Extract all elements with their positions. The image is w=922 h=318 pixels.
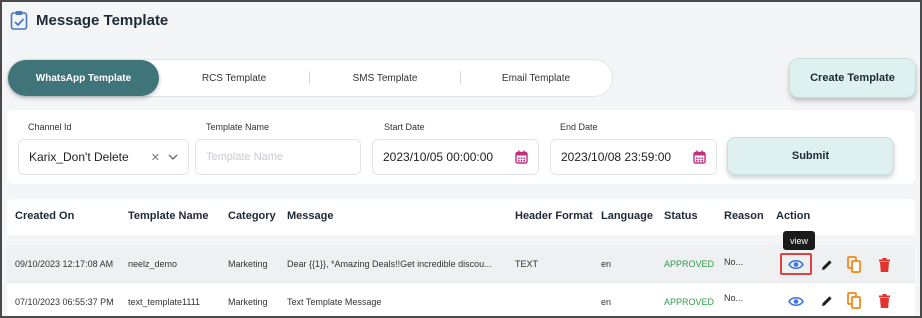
cell-category: Marketing (228, 297, 268, 307)
end-date-value: 2023/10/08 23:59:00 (561, 150, 672, 164)
eye-icon (788, 259, 804, 269)
start-date-input[interactable]: 2023/10/05 00:00:00 (372, 139, 539, 175)
tab-sms-template[interactable]: SMS Template (310, 60, 460, 96)
column-header-category[interactable]: Category (228, 210, 276, 222)
column-header-reason[interactable]: Reason (724, 210, 764, 222)
end-date-label: End Date (560, 122, 598, 132)
tab-rcs-template[interactable]: RCS Template (159, 60, 309, 96)
cell-status: APPROVED (664, 259, 715, 269)
cell-created-on: 07/10/2023 06:55:37 PM (15, 297, 114, 307)
copy-button[interactable] (843, 253, 865, 275)
trash-icon (878, 294, 890, 308)
templates-table: Created On Template Name Category Messag… (7, 199, 915, 316)
cell-reason[interactable]: No... (724, 257, 743, 267)
column-header-message[interactable]: Message (287, 210, 333, 222)
cell-category: Marketing (228, 259, 268, 269)
app-window: Message Template WhatsApp Template RCS T… (0, 0, 922, 318)
edit-button[interactable] (816, 254, 838, 276)
column-header-language[interactable]: Language (601, 210, 653, 222)
column-header-created-on[interactable]: Created On (15, 210, 74, 222)
channel-id-value: Karix_Don't Delete (29, 150, 129, 164)
eye-icon (788, 296, 804, 306)
channel-id-select[interactable]: Karix_Don't Delete ✕ (18, 139, 189, 175)
cell-header-format: TEXT (515, 259, 539, 269)
page-title: Message Template (36, 11, 169, 29)
clipboard-check-icon (10, 10, 28, 30)
view-tooltip: view (783, 231, 815, 250)
start-date-value: 2023/10/05 00:00:00 (383, 150, 494, 164)
chevron-down-icon[interactable] (168, 154, 178, 160)
view-button[interactable] (780, 253, 812, 275)
filter-panel: Channel Id Karix_Don't Delete ✕ Template… (7, 110, 915, 184)
cell-status: APPROVED (664, 297, 715, 307)
template-tabs: WhatsApp Template RCS Template SMS Templ… (7, 59, 613, 97)
template-name-input[interactable]: Template Name (195, 139, 361, 175)
column-header-action: Action (776, 210, 811, 222)
cell-template-name: text_template1111 (128, 297, 201, 307)
template-name-label: Template Name (206, 122, 270, 132)
cell-language: en (601, 297, 612, 307)
pencil-icon (822, 296, 832, 306)
copy-button[interactable] (843, 289, 865, 311)
edit-button[interactable] (816, 290, 838, 312)
calendar-icon[interactable] (515, 150, 528, 164)
view-button[interactable] (785, 290, 807, 312)
trash-icon (878, 258, 890, 272)
channel-id-label: Channel Id (28, 122, 72, 132)
table-row[interactable]: 07/10/2023 06:55:37 PM text_template1111… (7, 283, 915, 316)
tab-whatsapp-template[interactable]: WhatsApp Template (8, 60, 159, 96)
start-date-label: Start Date (384, 122, 425, 132)
cell-message: Dear {{1}}, *Amazing Deals!!Get incredib… (287, 259, 492, 269)
pencil-icon (822, 260, 832, 270)
copy-icon (847, 291, 861, 309)
table-row[interactable]: 09/10/2023 12:17:08 AM neelz_demo Market… (7, 245, 915, 283)
delete-button[interactable] (873, 254, 895, 276)
end-date-input[interactable]: 2023/10/08 23:59:00 (550, 139, 717, 175)
clear-icon[interactable]: ✕ (151, 151, 160, 164)
cell-template-name: neelz_demo (128, 259, 178, 269)
column-header-template-name[interactable]: Template Name (128, 210, 209, 222)
calendar-icon[interactable] (693, 150, 706, 164)
delete-button[interactable] (873, 290, 895, 312)
template-name-placeholder: Template Name (206, 151, 284, 163)
cell-message: Text Template Message (287, 297, 382, 307)
page-header: Message Template (10, 8, 168, 32)
cell-created-on: 09/10/2023 12:17:08 AM (15, 259, 114, 269)
cell-reason[interactable]: No... (724, 293, 743, 303)
column-header-header-format[interactable]: Header Format (515, 210, 593, 222)
tab-email-template[interactable]: Email Template (461, 60, 611, 96)
submit-button[interactable]: Submit (727, 137, 894, 175)
cell-language: en (601, 259, 612, 269)
copy-icon (847, 255, 861, 273)
column-header-status[interactable]: Status (664, 210, 698, 222)
table-header: Created On Template Name Category Messag… (7, 199, 915, 235)
create-template-button[interactable]: Create Template (789, 58, 916, 98)
